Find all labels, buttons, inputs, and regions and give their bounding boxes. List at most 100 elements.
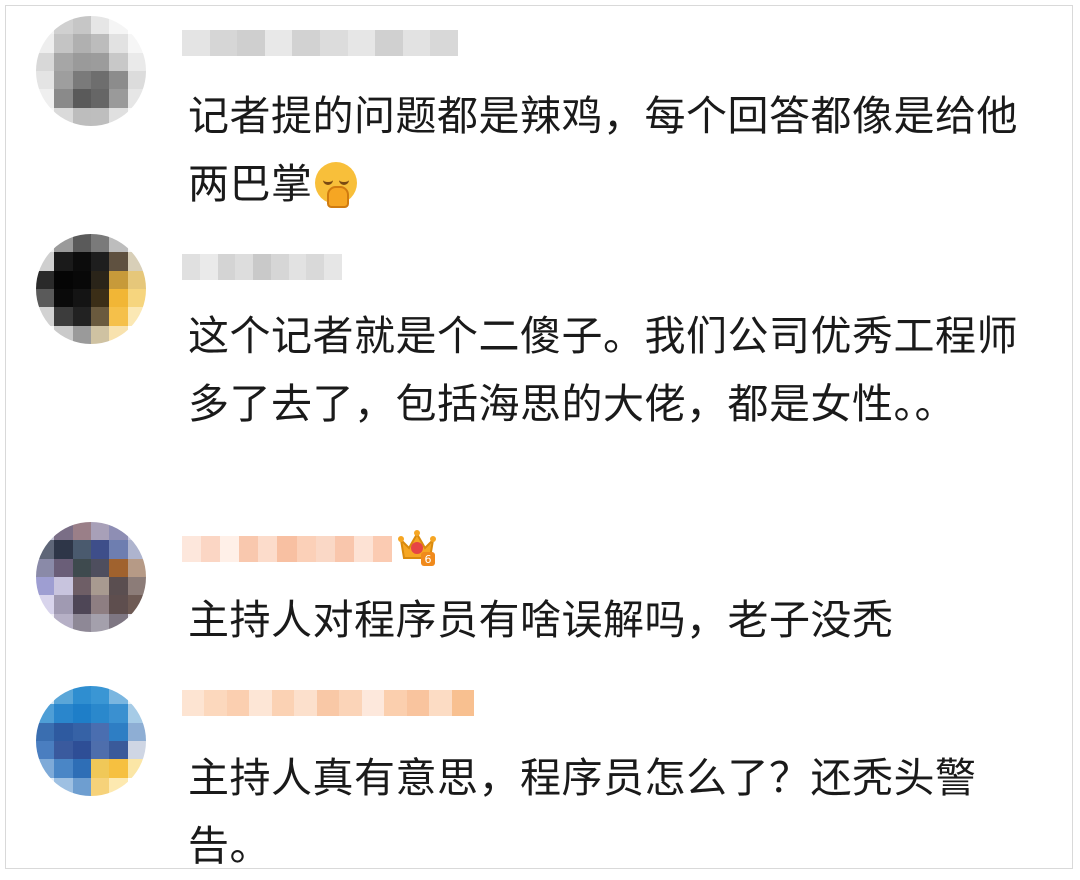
avatar-pixel xyxy=(91,270,110,289)
username-pixel xyxy=(220,536,240,562)
avatar-pixel xyxy=(127,613,146,632)
avatar-pixel xyxy=(91,777,110,796)
avatar-pixel xyxy=(72,759,91,778)
username-pixel xyxy=(226,690,250,716)
avatar-pixel xyxy=(91,722,110,741)
avatar-pixel xyxy=(127,722,146,741)
avatar-pixel xyxy=(36,577,55,596)
avatar-pixel xyxy=(109,741,128,760)
avatar-pixel xyxy=(127,16,146,35)
avatar[interactable] xyxy=(36,522,146,632)
avatar-pixel xyxy=(109,89,128,108)
username-pixel xyxy=(430,30,458,56)
avatar-pixel xyxy=(127,759,146,778)
avatar-pixel xyxy=(54,52,73,71)
avatar-pixel xyxy=(36,722,55,741)
avatar-pixel xyxy=(36,234,55,253)
avatar-pixel xyxy=(72,686,91,705)
username[interactable] xyxy=(182,30,458,56)
avatar-pixel xyxy=(72,252,91,271)
username-pixel xyxy=(217,254,236,280)
avatar[interactable] xyxy=(36,16,146,126)
avatar-pixel xyxy=(54,307,73,326)
avatar-pixel xyxy=(91,71,110,90)
username-pixel xyxy=(406,690,430,716)
avatar-pixel xyxy=(36,307,55,326)
username-pixel xyxy=(237,30,265,56)
username-pixel xyxy=(361,690,385,716)
avatar-pixel xyxy=(91,540,110,559)
avatar-pixel xyxy=(36,16,55,35)
avatar-pixel xyxy=(91,595,110,614)
avatar-pixel xyxy=(127,89,146,108)
username[interactable] xyxy=(182,254,343,280)
username-pixel xyxy=(199,254,218,280)
username-pixel xyxy=(182,536,202,562)
username-pixel xyxy=(429,690,452,716)
avatar-pixel xyxy=(127,270,146,289)
username-pixel xyxy=(319,30,348,56)
avatar-pixel xyxy=(54,16,73,35)
avatar-pixel xyxy=(127,777,146,796)
username-pixel xyxy=(324,254,343,280)
username-pixel xyxy=(402,30,431,56)
avatar-pixel xyxy=(91,34,110,53)
avatar-pixel xyxy=(127,577,146,596)
avatar-pixel xyxy=(72,595,91,614)
avatar-pixel xyxy=(72,289,91,308)
avatar-pixel xyxy=(109,234,128,253)
avatar-pixel xyxy=(36,325,55,344)
username[interactable] xyxy=(182,690,475,716)
avatar-pixel xyxy=(36,613,55,632)
username-pixel xyxy=(353,536,373,562)
username-pixel xyxy=(270,254,289,280)
avatar-pixel xyxy=(91,704,110,723)
avatar-pixel xyxy=(109,686,128,705)
avatar-pixel xyxy=(127,686,146,705)
avatar-pixel xyxy=(36,52,55,71)
avatar-pixel xyxy=(109,540,128,559)
avatar-pixel xyxy=(72,234,91,253)
avatar[interactable] xyxy=(36,234,146,344)
username-pixel xyxy=(372,536,393,562)
avatar-pixel xyxy=(91,89,110,108)
comment-text: 这个记者就是个二傻子。我们公司优秀工程师多了去了，包括海思的大佬，都是女性。。 xyxy=(188,312,1018,428)
avatar-pixel xyxy=(36,686,55,705)
avatar-pixel xyxy=(54,252,73,271)
avatar-pixel xyxy=(54,325,73,344)
avatar-pixel xyxy=(54,577,73,596)
avatar-pixel xyxy=(54,613,73,632)
avatar-pixel xyxy=(54,34,73,53)
avatar-pixel xyxy=(109,722,128,741)
avatar-pixel xyxy=(72,89,91,108)
avatar-pixel xyxy=(109,522,128,541)
username-pixel xyxy=(306,254,325,280)
avatar-pixel xyxy=(54,777,73,796)
avatar-pixel xyxy=(109,16,128,35)
avatar-pixel xyxy=(54,704,73,723)
avatar-pixel xyxy=(54,107,73,126)
username-pixel xyxy=(451,690,475,716)
username-pixel xyxy=(315,536,335,562)
avatar-pixel xyxy=(72,741,91,760)
avatar-pixel xyxy=(54,741,73,760)
avatar-pixel xyxy=(72,704,91,723)
username-pixel xyxy=(316,690,340,716)
avatar-pixel xyxy=(127,595,146,614)
avatar[interactable] xyxy=(36,686,146,796)
avatar-pixel xyxy=(72,613,91,632)
avatar-pixel xyxy=(109,34,128,53)
avatar-pixel xyxy=(127,34,146,53)
avatar-pixel xyxy=(72,325,91,344)
avatar-pixel xyxy=(72,540,91,559)
avatar-pixel xyxy=(54,540,73,559)
username-pixel xyxy=(384,690,407,716)
avatar-pixel xyxy=(36,289,55,308)
username-pixel xyxy=(182,30,210,56)
avatar-pixel xyxy=(109,107,128,126)
username[interactable] xyxy=(182,536,393,562)
avatar-pixel xyxy=(72,16,91,35)
avatar-pixel xyxy=(127,289,146,308)
username-pixel xyxy=(288,254,307,280)
avatar-pixel xyxy=(91,686,110,705)
